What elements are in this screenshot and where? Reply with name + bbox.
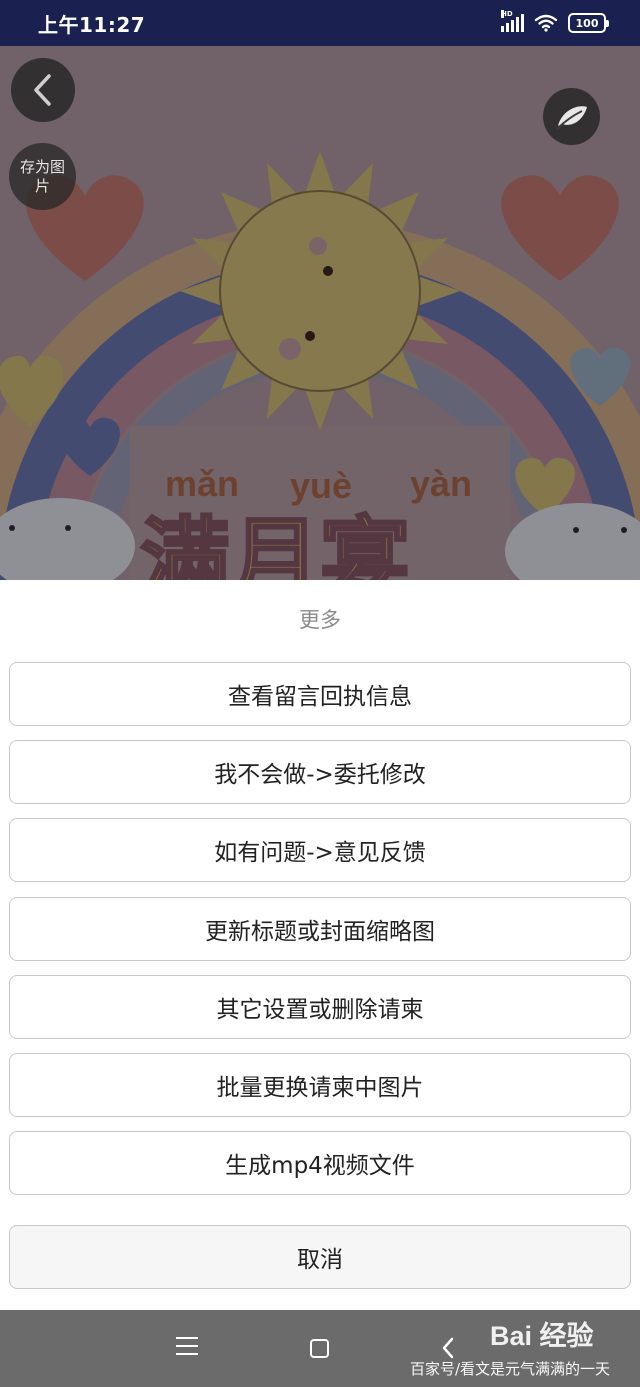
battery-level: 100 — [575, 16, 599, 30]
status-time: 上午11:27 — [38, 12, 146, 37]
status-icons: HD 100 — [501, 10, 609, 33]
battery-icon: 100 — [568, 13, 609, 33]
settings-delete-button[interactable]: 其它设置或删除请柬 — [9, 975, 631, 1039]
status-bar: 上午11:27 HD 100 — [0, 0, 640, 46]
watermark-logo: Bai 经验 — [490, 1321, 594, 1351]
leaf-icon — [555, 105, 587, 130]
watermark-text: 百家号/看文是元气满满的一天 — [410, 1360, 611, 1378]
update-title-cover-button[interactable]: 更新标题或封面缩略图 — [9, 897, 631, 961]
action-sheet: 更多 查看留言回执信息 我不会做->委托修改 如有问题->意见反馈 更新标题或封… — [0, 580, 640, 1310]
delegate-edit-button[interactable]: 我不会做->委托修改 — [9, 740, 631, 804]
wifi-icon — [534, 14, 558, 32]
sheet-title: 更多 — [299, 608, 341, 632]
cancel-button[interactable]: 取消 — [9, 1225, 631, 1289]
signal-icon: HD — [501, 10, 524, 32]
back-button[interactable] — [11, 58, 75, 122]
leaf-button[interactable] — [543, 88, 600, 145]
home-icon[interactable] — [310, 1339, 329, 1358]
save-image-label: 存为图片 — [19, 157, 65, 195]
save-image-button[interactable]: 存为图片 — [9, 143, 76, 210]
menu-icon[interactable] — [176, 1337, 198, 1357]
view-message-receipts-button[interactable]: 查看留言回执信息 — [9, 662, 631, 726]
navigation-bar: Bai 经验 百家号/看文是元气满满的一天 — [0, 1310, 640, 1387]
feedback-button[interactable]: 如有问题->意见反馈 — [9, 818, 631, 882]
chevron-left-icon — [34, 74, 51, 106]
generate-mp4-button[interactable]: 生成mp4视频文件 — [9, 1131, 631, 1195]
batch-replace-images-button[interactable]: 批量更换请柬中图片 — [9, 1053, 631, 1117]
back-icon[interactable] — [440, 1336, 456, 1360]
network-type: HD — [501, 10, 513, 18]
